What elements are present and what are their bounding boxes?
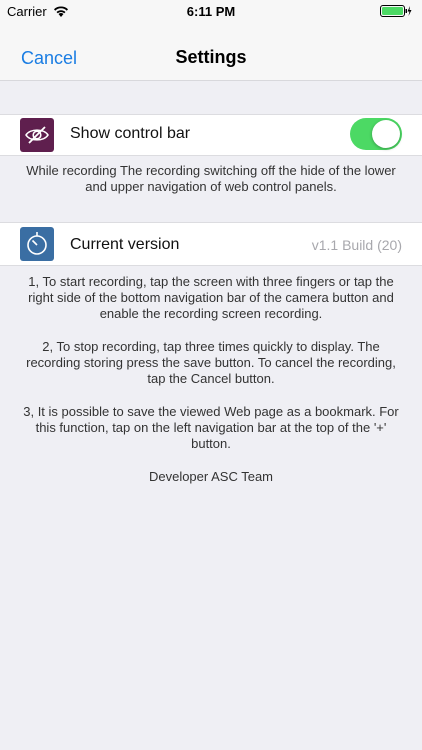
instruction-stop-recording: 2, To stop recording, tap three times qu… xyxy=(26,339,396,386)
navigation-bar: Cancel Settings xyxy=(0,22,422,81)
instruction-bookmark: 3, It is possible to save the viewed Web… xyxy=(23,404,399,451)
show-control-bar-label: Show control bar xyxy=(70,125,191,142)
battery-icon xyxy=(380,5,412,17)
timer-icon xyxy=(20,227,54,261)
toggle-knob xyxy=(372,120,400,148)
version-value: v1.1 Build (20) xyxy=(311,237,402,253)
instruction-start-recording: 1, To start recording, tap the screen wi… xyxy=(28,274,394,321)
current-version-row: Current version v1.1 Build (20) xyxy=(0,222,422,266)
current-version-label: Current version xyxy=(70,236,180,253)
status-bar: Carrier 6:11 PM xyxy=(0,0,422,22)
eye-slash-icon xyxy=(20,118,54,152)
control-bar-note: While recording The recording switching … xyxy=(26,163,396,194)
developer-credit: Developer ASC Team xyxy=(148,469,274,484)
show-control-bar-toggle[interactable] xyxy=(350,118,402,150)
page-title: Settings xyxy=(175,47,247,67)
show-control-bar-row: Show control bar xyxy=(0,114,422,156)
status-time: 6:11 PM xyxy=(186,4,236,19)
